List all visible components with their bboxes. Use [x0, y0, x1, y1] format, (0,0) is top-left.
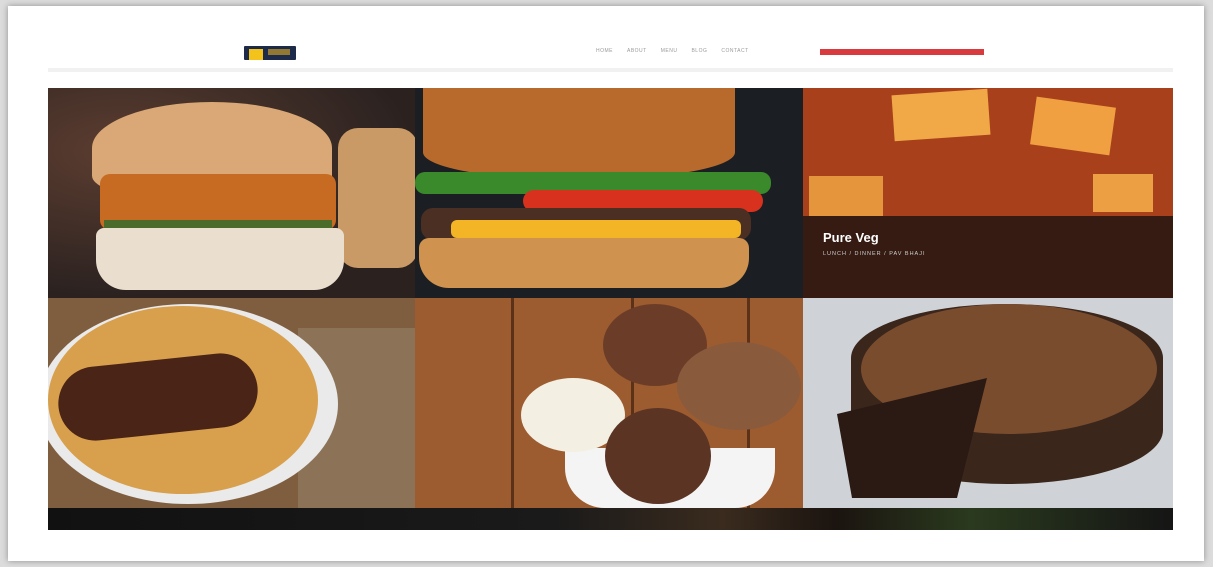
- food-gallery: Pure Veg LUNCH / DINNER / PAV BHAJI: [48, 88, 1173, 508]
- gallery-tile-burger[interactable]: [415, 88, 803, 298]
- nav-link-blog[interactable]: BLOG: [691, 46, 707, 56]
- nav-link-home[interactable]: HOME: [596, 46, 613, 56]
- ice-cream-image: [415, 298, 803, 508]
- tile-subtitle: LUNCH / DINNER / PAV BHAJI: [823, 251, 926, 257]
- nav-link-menu[interactable]: MENU: [661, 46, 678, 56]
- gallery-tile-ice-cream[interactable]: [415, 298, 803, 508]
- nav-accent-bar: [820, 49, 984, 55]
- burger-image: [415, 88, 803, 298]
- logo-wordmark: [268, 49, 290, 55]
- nav-link-contact[interactable]: CONTACT: [721, 46, 748, 56]
- tile-caption-overlay: Pure Veg LUNCH / DINNER / PAV BHAJI: [803, 216, 1173, 298]
- site-header: HOME ABOUT MENU BLOG CONTACT: [48, 6, 1173, 68]
- nav-link-about[interactable]: ABOUT: [627, 46, 647, 56]
- page-frame: HOME ABOUT MENU BLOG CONTACT Pure Veg LU…: [8, 6, 1204, 561]
- vada-pav-image: [48, 88, 415, 298]
- gallery-tile-chocolate-cake[interactable]: [803, 298, 1173, 508]
- main-nav: HOME ABOUT MENU BLOG CONTACT: [596, 46, 749, 56]
- gallery-next-row-strip: [48, 508, 1173, 530]
- site-logo[interactable]: [244, 46, 296, 60]
- tile-title: Pure Veg: [823, 230, 879, 245]
- gallery-tile-biryani[interactable]: [48, 298, 415, 508]
- header-divider: [48, 68, 1173, 72]
- gallery-tile-vada-pav[interactable]: [48, 88, 415, 298]
- biryani-image: [48, 298, 415, 508]
- chocolate-cake-image: [803, 298, 1173, 508]
- gallery-tile-paneer[interactable]: Pure Veg LUNCH / DINNER / PAV BHAJI: [803, 88, 1173, 298]
- logo-mark-icon: [249, 49, 263, 60]
